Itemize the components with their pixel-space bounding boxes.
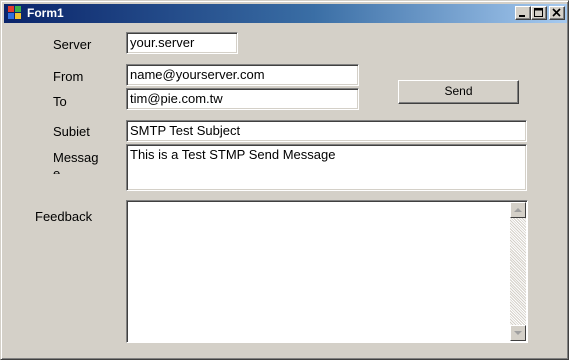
- scroll-up-arrow-icon: [514, 208, 522, 212]
- subject-label-clip: Subjet: [53, 124, 113, 136]
- from-input[interactable]: name@yourserver.com: [126, 64, 359, 86]
- feedback-label: Feedback: [35, 209, 93, 224]
- message-textarea[interactable]: This is a Test STMP Send Message: [126, 144, 527, 191]
- scroll-down-button[interactable]: [510, 325, 526, 341]
- from-label: From: [53, 69, 84, 84]
- scroll-up-button[interactable]: [510, 202, 526, 218]
- send-button[interactable]: Send: [398, 80, 519, 104]
- close-icon: [552, 8, 561, 17]
- message-label-line2-clip: e: [53, 166, 83, 174]
- title-bar[interactable]: Form1: [4, 4, 567, 23]
- minimize-button[interactable]: [515, 6, 531, 20]
- feedback-scrollbar[interactable]: [510, 202, 526, 341]
- server-input[interactable]: your.server: [126, 32, 238, 54]
- feedback-textarea[interactable]: [126, 200, 528, 343]
- server-label: Server: [53, 37, 92, 52]
- subject-label: Subjet: [53, 124, 90, 136]
- to-label: To: [53, 94, 67, 109]
- message-label-line2: e: [53, 166, 61, 174]
- maximize-button[interactable]: [531, 6, 547, 20]
- maximize-icon: [534, 8, 543, 17]
- minimize-icon: [519, 15, 525, 17]
- form1-window: Form1 Server your.server From name@yours…: [0, 0, 569, 360]
- to-input[interactable]: tim@pie.com.tw: [126, 88, 359, 110]
- app-icon[interactable]: [8, 6, 23, 21]
- scroll-down-arrow-icon: [514, 331, 522, 335]
- send-button-label: Send: [444, 84, 473, 98]
- window-title: Form1: [27, 6, 64, 20]
- close-button[interactable]: [549, 6, 565, 20]
- message-label-line1: Messag: [53, 150, 99, 165]
- subject-input[interactable]: SMTP Test Subject: [126, 120, 527, 142]
